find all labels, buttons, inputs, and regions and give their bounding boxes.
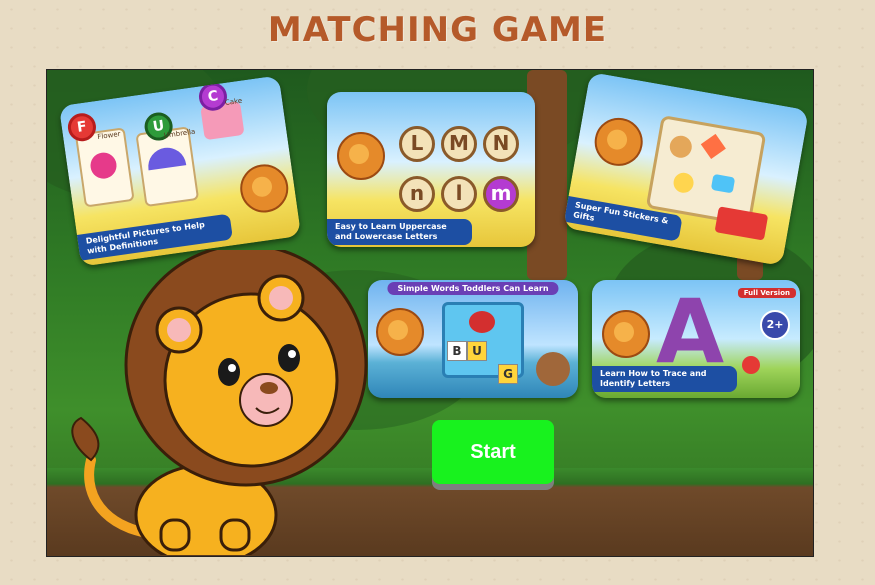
- cookie-icon: [668, 134, 694, 160]
- sun-icon: [671, 171, 696, 195]
- letter-bead: m: [483, 176, 519, 212]
- start-button[interactable]: Start: [432, 420, 554, 484]
- letter-tile: G: [498, 364, 518, 384]
- letter-tile: B: [447, 341, 467, 361]
- letter-bead: M: [441, 126, 477, 162]
- letter-bead: n: [399, 176, 435, 212]
- feature-card-words[interactable]: Simple Words Toddlers Can Learn B U G: [368, 280, 578, 398]
- ladybug-icon: [469, 311, 495, 333]
- plane-icon: [710, 173, 736, 194]
- card-header: Simple Words Toddlers Can Learn: [387, 282, 559, 295]
- feature-card-stickers[interactable]: Super Fun Stickers & Gifts: [562, 71, 810, 267]
- feature-card-letters[interactable]: L M N n l m Easy to Learn Uppercase and …: [327, 92, 535, 247]
- umbrella-icon: [145, 145, 187, 171]
- page-title: MATCHING GAME: [267, 10, 608, 50]
- letter-bead: l: [441, 176, 477, 212]
- letter-bead: L: [399, 126, 435, 162]
- teddy-bear-icon: [536, 352, 570, 386]
- game-stage: F U C Flower Umbrella Cake Delightful Pi…: [46, 69, 814, 557]
- carrot-icon: [700, 133, 726, 159]
- letter-bead: N: [483, 126, 519, 162]
- lion-mascot-icon: [376, 308, 424, 356]
- letter-tile: U: [467, 341, 487, 361]
- feature-card-tracing[interactable]: Full Version 2+ A Learn How to Trace and…: [592, 280, 800, 398]
- lion-mascot: [71, 250, 368, 555]
- card-caption: Learn How to Trace and Identify Letters: [592, 366, 737, 392]
- age-badge: 2+: [760, 310, 790, 340]
- lion-mascot-icon: [337, 132, 385, 180]
- flower-icon: [88, 150, 119, 181]
- lion-mascot-icon: [602, 310, 650, 358]
- sticker-board: [645, 115, 767, 226]
- full-version-badge: Full Version: [737, 288, 796, 298]
- feature-card-pictures[interactable]: F U C Flower Umbrella Cake Delightful Pi…: [58, 75, 302, 267]
- card-caption: Easy to Learn Uppercase and Lowercase Le…: [327, 219, 472, 245]
- apple-icon: [742, 356, 760, 374]
